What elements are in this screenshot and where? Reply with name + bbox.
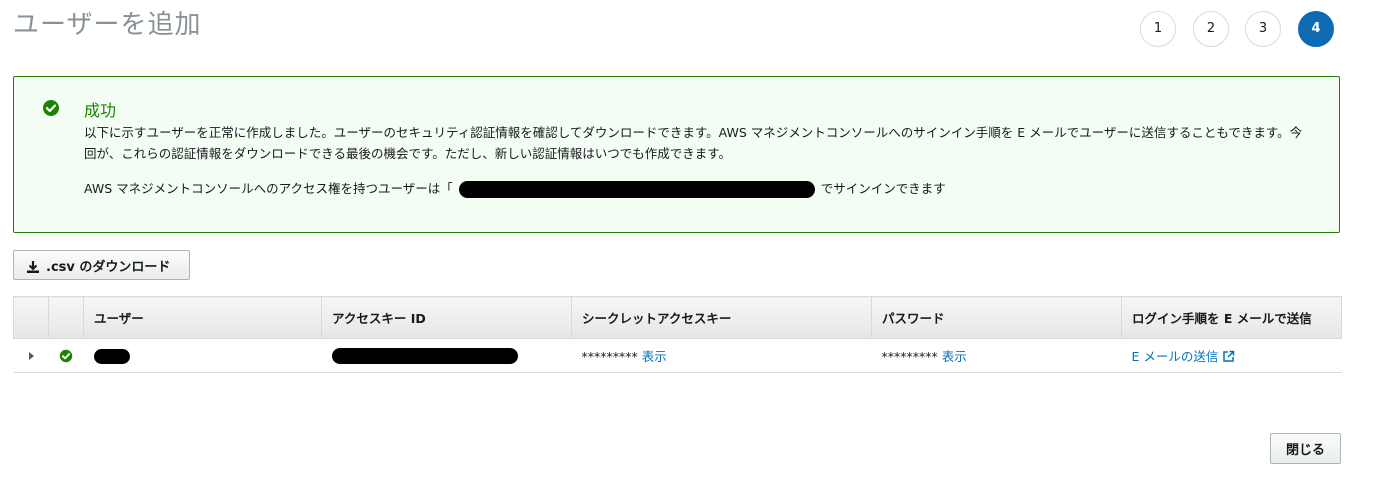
step-2[interactable]: 2	[1193, 11, 1229, 47]
success-title: 成功	[84, 101, 117, 120]
send-email-label: E メールの送信	[1131, 349, 1219, 364]
step-4-current: 4	[1298, 11, 1334, 47]
header-access-key[interactable]: アクセスキー ID	[321, 296, 572, 339]
redacted-access-key	[331, 347, 518, 364]
signin-suffix: でサインインできます	[820, 181, 946, 196]
users-table: ユーザー アクセスキー ID シークレットアクセスキー パスワード ログイン手順…	[13, 296, 1342, 373]
secret-mask: *********	[581, 349, 638, 364]
show-password-link[interactable]: 表示	[942, 349, 967, 364]
download-csv-button[interactable]: .csv のダウンロード	[13, 250, 190, 280]
check-circle-icon	[59, 350, 73, 363]
header-user[interactable]: ユーザー	[83, 296, 322, 339]
expand-cell[interactable]	[13, 338, 49, 373]
header-login-email[interactable]: ログイン手順を E メールで送信	[1121, 296, 1342, 339]
password-cell: ********* 表示	[871, 338, 1122, 373]
download-icon	[27, 260, 39, 273]
download-csv-label: .csv のダウンロード	[46, 259, 171, 275]
redacted-signin-url	[458, 181, 815, 198]
user-cell	[83, 338, 322, 373]
external-link-icon	[1223, 350, 1235, 362]
check-circle-icon	[43, 100, 59, 116]
header-status	[48, 296, 84, 339]
success-message: 以下に示すユーザーを正常に作成しました。ユーザーのセキュリティ認証情報を確認して…	[84, 125, 1303, 161]
close-button[interactable]: 閉じる	[1270, 433, 1341, 464]
signin-prefix: AWS マネジメントコンソールへのアクセス権を持つユーザーは「	[84, 181, 453, 196]
access-key-cell	[321, 338, 572, 373]
caret-right-icon[interactable]	[28, 352, 34, 360]
header-expand	[13, 296, 49, 339]
header-secret-key[interactable]: シークレットアクセスキー	[571, 296, 872, 339]
signin-info: AWS マネジメントコンソールへのアクセス権を持つユーザーは「 でサインインできま…	[84, 178, 946, 198]
step-1[interactable]: 1	[1140, 11, 1176, 47]
header-password[interactable]: パスワード	[871, 296, 1122, 339]
redacted-username	[93, 348, 130, 364]
show-secret-link[interactable]: 表示	[642, 349, 667, 364]
success-alert: 成功 以下に示すユーザーを正常に作成しました。ユーザーのセキュリティ認証情報を確…	[13, 76, 1340, 233]
status-cell	[48, 338, 84, 373]
send-email-link[interactable]: E メールの送信	[1132, 349, 1236, 364]
password-mask: *********	[881, 349, 938, 364]
secret-cell: ********* 表示	[571, 338, 872, 373]
page-title: ユーザーを追加	[13, 10, 202, 40]
table-row: ********* 表示 ********* 表示 E メールの送信	[13, 338, 1342, 373]
login-email-cell: E メールの送信	[1121, 338, 1342, 373]
step-3[interactable]: 3	[1245, 11, 1281, 47]
